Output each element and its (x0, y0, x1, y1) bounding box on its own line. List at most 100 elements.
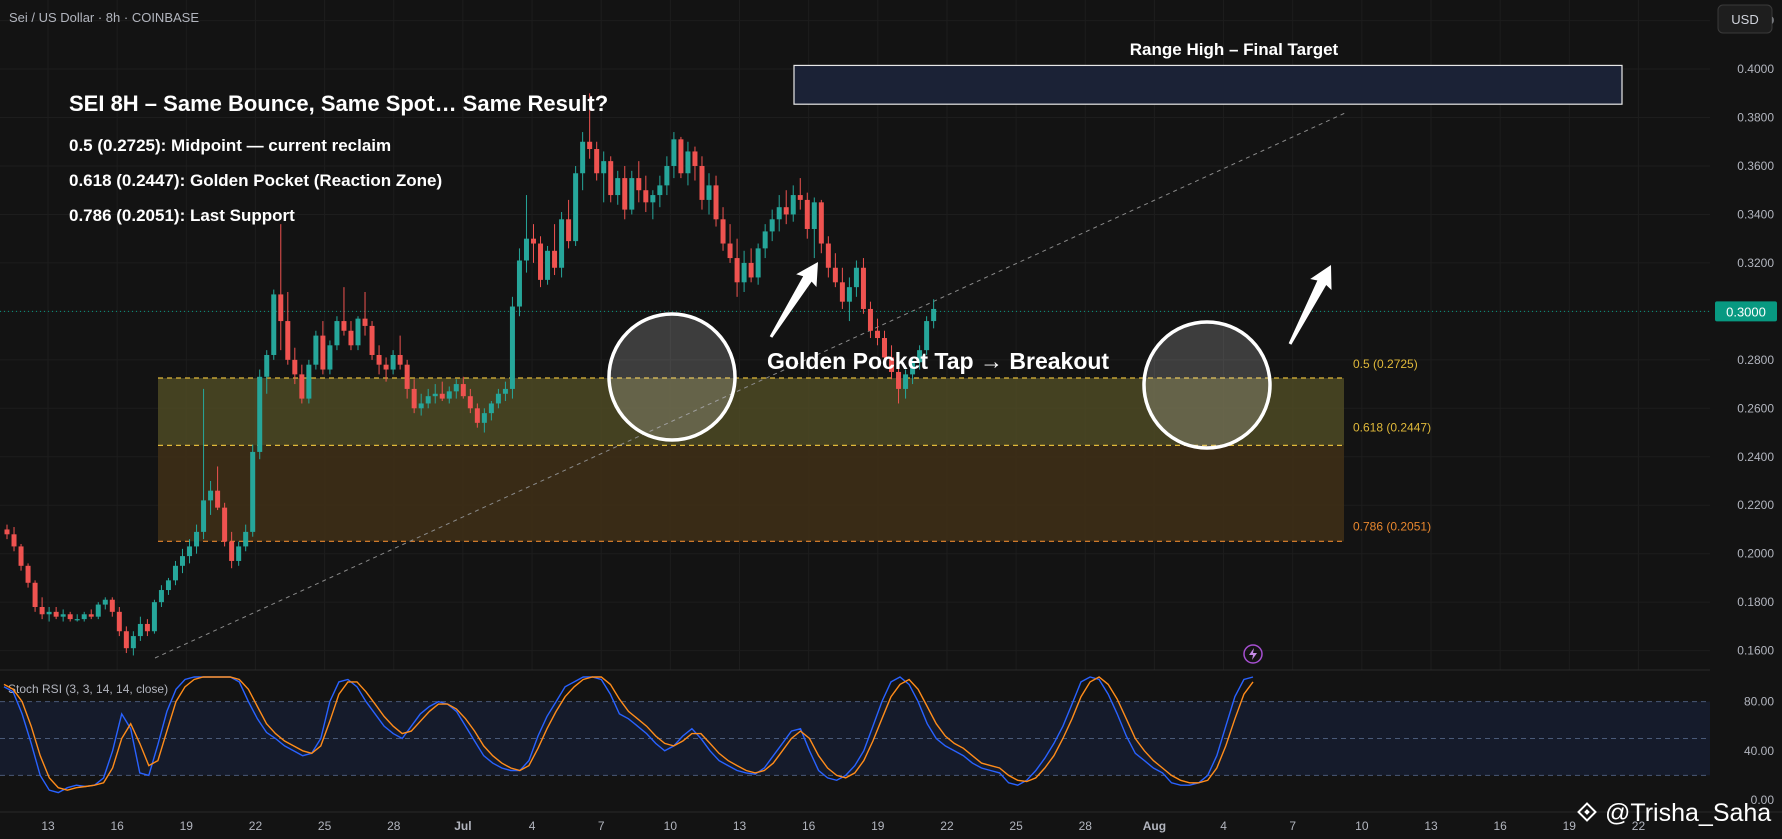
candle-body (362, 318, 368, 326)
price-tick: 0.1800 (1737, 595, 1774, 609)
candle-body (271, 294, 277, 355)
candle-body (748, 262, 754, 278)
note-golden-pocket: 0.618 (0.2447): Golden Pocket (Reaction … (69, 171, 442, 190)
candle-body (208, 490, 214, 501)
fib-zone-0.618 (158, 445, 1344, 542)
candle-body (867, 308, 873, 331)
time-tick: 19 (180, 819, 194, 833)
candle-body (804, 199, 810, 229)
candle-body (474, 408, 480, 423)
candle-body (678, 139, 684, 174)
candle-body (699, 165, 705, 200)
time-tick: Jul (454, 819, 471, 833)
candle-body (172, 565, 178, 581)
candle-body (896, 371, 902, 389)
candle-body (720, 219, 726, 244)
price-chart[interactable]: 0.5 (0.2725) 0.618 (0.2447) 0.786 (0.2051)… (0, 0, 1782, 839)
candle-body (264, 354, 270, 377)
candle-up (545, 245, 551, 285)
candle-body (741, 262, 747, 283)
candle-body (755, 248, 761, 278)
symbol-title: Sei / US Dollar · 8h · COINBASE (9, 10, 199, 25)
candle-body (727, 243, 733, 259)
candle-body (243, 531, 249, 547)
currency-button[interactable]: USD (1717, 4, 1773, 34)
candle-body (425, 396, 431, 404)
candle-body (523, 238, 529, 261)
watermark: @Trisha_Saha (1577, 799, 1771, 827)
candle-body (573, 173, 579, 242)
candle-body (46, 611, 52, 615)
candle-body (587, 141, 593, 150)
candle-body (327, 345, 333, 370)
time-tick: 25 (1009, 819, 1023, 833)
price-tick: 0.2200 (1737, 498, 1774, 512)
time-tick: 4 (529, 819, 536, 833)
candle-down (369, 321, 375, 360)
candle-body (769, 219, 775, 232)
candle-body (369, 325, 375, 355)
candle-up (151, 599, 157, 634)
candle-body (629, 178, 635, 210)
candle-body (783, 207, 789, 215)
candle-body (151, 602, 157, 632)
time-tick: 10 (1355, 819, 1369, 833)
candle-body (418, 403, 424, 409)
candle-body (292, 359, 298, 375)
candle-body (488, 403, 494, 414)
candle-body (187, 546, 193, 557)
candle-body (439, 393, 445, 399)
candle-body (516, 260, 522, 307)
price-tick: 0.2000 (1737, 547, 1774, 561)
time-tick: 19 (871, 819, 885, 833)
candle-body (874, 330, 880, 339)
candle-body (236, 546, 242, 561)
time-tick: 16 (1493, 819, 1507, 833)
candle-body (481, 413, 487, 423)
candle-body (692, 151, 698, 166)
candle-body (194, 531, 200, 547)
candle-body (608, 161, 614, 196)
candle-body (53, 611, 59, 617)
candle-body (383, 364, 389, 370)
highlight-circle-right (1142, 320, 1272, 450)
candle-body (664, 165, 670, 186)
time-tick: 22 (940, 819, 954, 833)
time-tick: 7 (598, 819, 605, 833)
candle-body (811, 202, 817, 229)
candle-body (355, 318, 361, 346)
candle-down (538, 236, 544, 288)
candle-body (601, 161, 607, 174)
osc-title: Stoch RSI (3, 3, 14, 14, close) (8, 682, 168, 696)
price-tick: 0.3800 (1737, 111, 1774, 125)
fib-label: 0.5 (0.2725) (1353, 357, 1418, 371)
candle-body (552, 250, 558, 268)
candle-body (320, 335, 326, 370)
price-tick: 0.4000 (1737, 62, 1774, 76)
candle-body (559, 219, 565, 268)
candle-up (257, 369, 263, 460)
candle-body (853, 267, 859, 288)
note-last-support: 0.786 (0.2051): Last Support (69, 206, 295, 225)
candle-body (250, 451, 256, 532)
osc-tick: 40.00 (1744, 744, 1774, 758)
candle-body (502, 388, 508, 394)
candle-body (615, 178, 621, 196)
candle-body (467, 396, 473, 409)
candle-up (271, 289, 277, 360)
time-tick: 16 (110, 819, 124, 833)
candle-body (538, 243, 544, 280)
candle-body (846, 287, 852, 302)
candle-body (144, 623, 150, 632)
candle-body (650, 195, 656, 203)
candle-body (825, 243, 831, 268)
time-tick: 13 (41, 819, 55, 833)
candle-body (860, 267, 866, 309)
candle-body (201, 500, 207, 532)
candle-body (453, 384, 459, 392)
candle-down (222, 502, 228, 547)
candle-body (509, 306, 515, 389)
candle-body (390, 354, 396, 370)
time-tick: 4 (1220, 819, 1227, 833)
time-tick: Aug (1143, 819, 1166, 833)
